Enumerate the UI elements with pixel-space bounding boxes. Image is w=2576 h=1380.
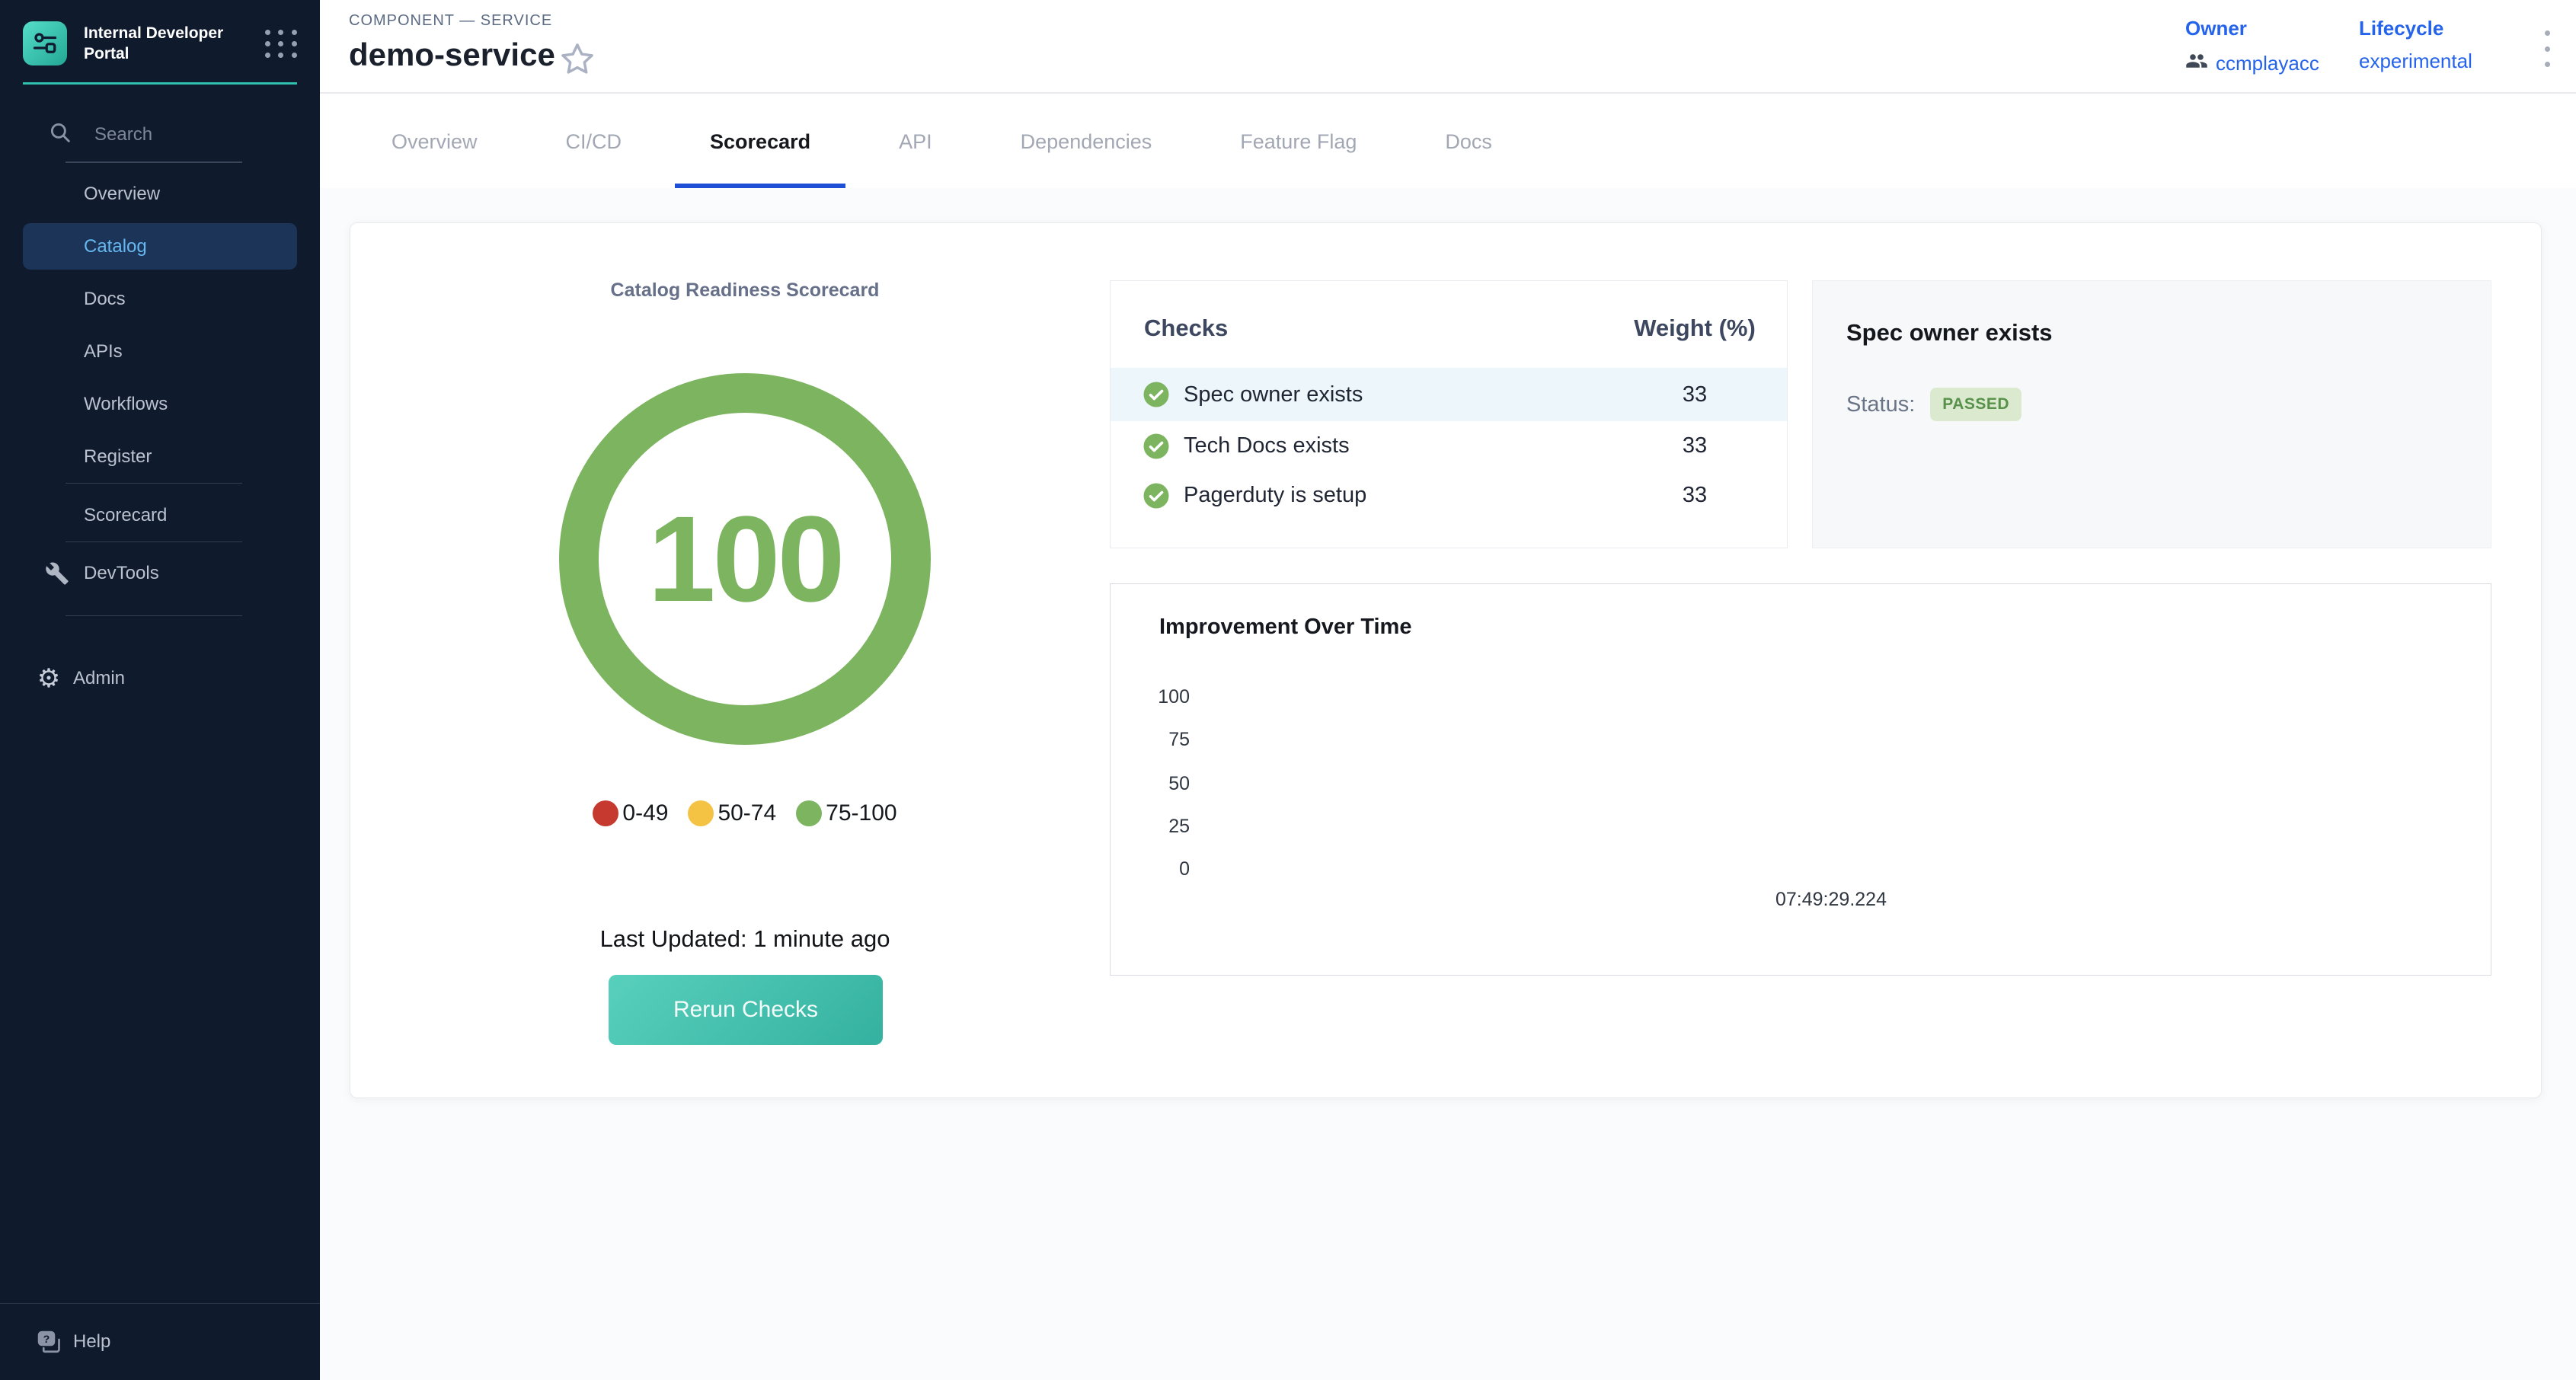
owner-link[interactable]: ccmplayacc [2185, 50, 2319, 78]
breadcrumb: COMPONENT — SERVICE [349, 12, 552, 30]
legend-item-green: 75-100 [796, 800, 896, 826]
sidebar-item-scorecard[interactable]: Scorecard [0, 489, 320, 541]
tab-dependencies[interactable]: Dependencies [986, 95, 1187, 188]
legend-item-yellow: 50-74 [688, 800, 776, 826]
entity-tabs: Overview CI/CD Scorecard API Dependencie… [320, 95, 2576, 188]
sidebar-item-overview[interactable]: Overview [0, 168, 320, 220]
check-passed-icon [1143, 482, 1170, 510]
lifecycle-value: experimental [2359, 50, 2472, 73]
page-title: demo-service [349, 37, 555, 73]
sidebar-search[interactable]: Search [47, 120, 320, 149]
legend-dot-yellow [688, 800, 714, 826]
rerun-checks-button[interactable]: Rerun Checks [609, 975, 883, 1045]
y-axis-tick: 50 [1111, 773, 1190, 795]
check-row-spec-owner[interactable]: Spec owner exists 33 [1111, 368, 1787, 421]
status-label: Status: [1846, 392, 1915, 417]
status-badge: PASSED [1930, 388, 2021, 421]
scorecard-page-card: Catalog Readiness Scorecard 100 0-49 50-… [350, 222, 2542, 1098]
spacer [0, 616, 320, 652]
brand-divider [23, 82, 297, 85]
help-icon: ? [35, 1328, 62, 1356]
score-legend: 0-49 50-74 75-100 [350, 800, 1139, 826]
app-logo-icon [23, 21, 67, 65]
brand-row: Internal Developer Portal [0, 0, 320, 82]
search-underline [66, 161, 242, 163]
nav-divider [66, 483, 242, 484]
svg-text:?: ? [43, 1334, 50, 1346]
y-axis-tick: 25 [1111, 816, 1190, 838]
lifecycle-meta: Lifecycle experimental [2359, 17, 2472, 73]
sidebar-item-docs[interactable]: Docs [0, 273, 320, 325]
tab-api[interactable]: API [864, 95, 967, 188]
sidebar-item-admin[interactable]: ⚙ Admin [0, 652, 320, 704]
check-row-tech-docs[interactable]: Tech Docs exists 33 [1111, 421, 1787, 471]
app-root: Internal Developer Portal Search Overvie… [0, 0, 2576, 1380]
y-axis-tick: 75 [1111, 729, 1190, 751]
legend-dot-red [593, 800, 618, 826]
y-axis-tick: 0 [1111, 858, 1190, 880]
score-value: 100 [648, 489, 842, 629]
tab-overview[interactable]: Overview [356, 95, 513, 188]
search-icon [47, 120, 73, 149]
scorecard-title: Catalog Readiness Scorecard [350, 280, 1139, 302]
legend-dot-green [796, 800, 822, 826]
y-axis-tick: 100 [1111, 686, 1190, 708]
check-detail-status-row: Status: PASSED [1846, 388, 2491, 421]
sidebar-item-devtools[interactable]: DevTools [0, 547, 320, 599]
owner-label: Owner [2185, 17, 2319, 40]
score-gauge: 100 [559, 373, 931, 745]
check-detail-title: Spec owner exists [1846, 319, 2491, 347]
app-grid-icon[interactable] [265, 30, 299, 58]
sidebar-item-apis[interactable]: APIs [0, 325, 320, 378]
more-options-icon[interactable] [2532, 27, 2562, 70]
check-passed-icon [1143, 381, 1170, 408]
sidebar-nav: Overview Catalog Docs APIs Workflows Reg… [0, 168, 320, 704]
x-axis-tick: 07:49:29.224 [1747, 889, 1915, 911]
app-title: Internal Developer Portal [84, 23, 240, 65]
weight-column-header: Weight (%) [1630, 315, 1759, 342]
sidebar-footer: ? Help [0, 1303, 320, 1380]
content-area: Catalog Readiness Scorecard 100 0-49 50-… [320, 188, 2576, 1380]
check-row-pagerduty[interactable]: Pagerduty is setup 33 [1111, 471, 1787, 520]
owner-meta: Owner ccmplayacc [2185, 17, 2319, 78]
tab-scorecard[interactable]: Scorecard [675, 95, 845, 188]
sidebar-item-register[interactable]: Register [0, 430, 320, 483]
legend-item-red: 0-49 [593, 800, 668, 826]
wrench-icon [43, 560, 71, 587]
tab-feature-flag[interactable]: Feature Flag [1205, 95, 1392, 188]
improvement-chart-card: Improvement Over Time 100 75 50 25 0 07:… [1110, 583, 2491, 976]
checks-table-card: Checks Weight (%) Spec owner exists 33 T… [1110, 280, 1788, 548]
help-button[interactable]: ? Help [0, 1304, 320, 1380]
sidebar: Internal Developer Portal Search Overvie… [0, 0, 320, 1380]
sidebar-item-catalog[interactable]: Catalog [23, 223, 297, 270]
tab-docs[interactable]: Docs [1410, 95, 1527, 188]
nav-divider [66, 541, 242, 542]
entity-header: COMPONENT — SERVICE demo-service Owner c… [320, 0, 2576, 94]
check-passed-icon [1143, 433, 1170, 460]
checks-column-header: Checks [1144, 315, 1630, 342]
checks-table-header: Checks Weight (%) [1111, 281, 1787, 368]
last-updated-text: Last Updated: 1 minute ago [350, 925, 1139, 953]
gear-icon: ⚙ [35, 665, 62, 692]
tab-cicd[interactable]: CI/CD [531, 95, 657, 188]
search-placeholder: Search [94, 124, 152, 145]
lifecycle-label: Lifecycle [2359, 17, 2472, 40]
chart-title: Improvement Over Time [1159, 615, 1411, 640]
favorite-star-icon[interactable] [558, 40, 597, 79]
sidebar-item-workflows[interactable]: Workflows [0, 378, 320, 430]
users-icon [2185, 50, 2208, 78]
check-detail-panel: Spec owner exists Status: PASSED [1812, 280, 2491, 548]
